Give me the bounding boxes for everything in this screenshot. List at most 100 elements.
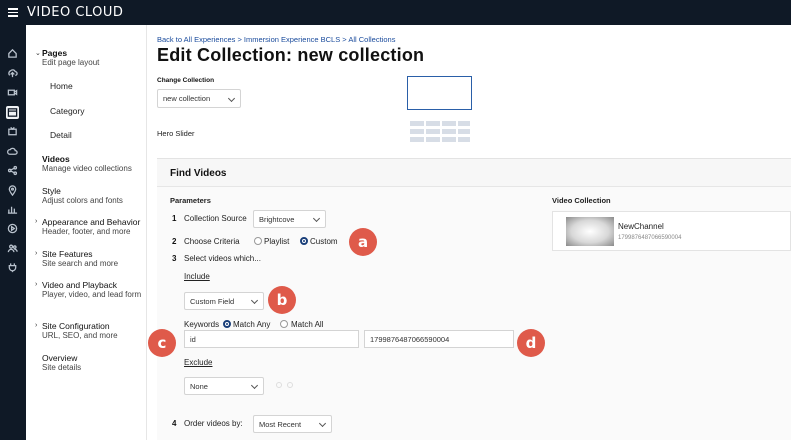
collection-thumbnail: [566, 217, 614, 246]
chevron-down-icon: [312, 214, 321, 223]
custom-radio-label[interactable]: Custom: [310, 237, 338, 246]
include-field-select[interactable]: Custom Field: [184, 292, 264, 310]
chevron-down-icon[interactable]: ⌄: [35, 49, 41, 57]
field-value-text: 1799876487066590004: [370, 334, 450, 344]
home-icon[interactable]: [6, 47, 19, 60]
step-number: 4: [172, 419, 177, 428]
breadcrumb[interactable]: Back to All Experiences > Immersion Expe…: [157, 35, 395, 44]
sidebar-item-videos[interactable]: Videos Manage video collections: [42, 154, 163, 174]
sidebar-item-title: Site Features: [42, 249, 93, 259]
match-all-label[interactable]: Match All: [291, 320, 323, 329]
cloud-icon[interactable]: [6, 145, 19, 158]
order-videos-label: Order videos by:: [184, 419, 243, 428]
chevron-down-icon: [227, 94, 236, 102]
play-icon[interactable]: [6, 222, 19, 235]
sidebar-item-overview[interactable]: Overview Site details: [42, 353, 163, 373]
chevron-down-icon: [250, 381, 259, 390]
step-number: 2: [172, 237, 177, 246]
collection-item-name: NewChannel: [618, 222, 664, 231]
chevron-right-icon[interactable]: ›: [35, 218, 37, 225]
sidebar-item-title: Site Configuration: [42, 321, 110, 331]
field-name-value: id: [190, 334, 196, 344]
field-name-input[interactable]: id: [184, 330, 359, 348]
change-collection-select[interactable]: new collection: [157, 89, 241, 108]
secondary-sidebar: ⌄ Pages Edit page layout Home Category D…: [26, 25, 147, 440]
playlist-radio-label[interactable]: Playlist: [264, 237, 289, 246]
custom-radio[interactable]: [300, 237, 308, 245]
sidebar-item-title: Overview: [42, 353, 78, 363]
include-field-value: Custom Field: [190, 296, 235, 306]
top-bar: VIDEO CLOUD: [0, 0, 791, 25]
hamburger-menu-icon[interactable]: [0, 0, 26, 25]
collection-source-select[interactable]: Brightcove: [253, 210, 326, 228]
users-icon[interactable]: [6, 242, 19, 255]
sidebar-item-subtitle: Player, video, and lead form: [42, 290, 142, 299]
chevron-right-icon[interactable]: ›: [35, 250, 37, 257]
video-icon[interactable]: [6, 86, 19, 99]
exclude-field-value: None: [190, 381, 208, 391]
select-videos-label: Select videos which...: [184, 254, 261, 263]
hero-slider-label: Hero Slider: [157, 129, 195, 138]
sidebar-page-home[interactable]: Home: [50, 81, 73, 91]
exclude-link[interactable]: Exclude: [184, 358, 212, 367]
sidebar-item-pages[interactable]: Pages Edit page layout: [42, 48, 163, 68]
step-number: 1: [172, 214, 177, 223]
chevron-right-icon[interactable]: ›: [35, 322, 37, 329]
playlist-radio[interactable]: [254, 237, 262, 245]
share-icon[interactable]: [6, 164, 19, 177]
match-any-radio[interactable]: [223, 320, 231, 328]
parameters-label: Parameters: [170, 196, 211, 205]
sidebar-item-subtitle: Edit page layout: [42, 58, 100, 67]
collection-source-value: Brightcove: [259, 214, 295, 224]
annotation-marker-b: b: [268, 286, 296, 314]
chevron-down-icon: [250, 296, 259, 305]
collection-item-id: 1799876487066590004: [618, 235, 682, 241]
sidebar-item-title: Appearance and Behavior: [42, 217, 141, 227]
disabled-radio: [287, 382, 293, 388]
sidebar-page-category[interactable]: Category: [50, 106, 85, 116]
collection-item[interactable]: NewChannel 1799876487066590004: [552, 211, 791, 251]
annotation-marker-c: c: [148, 329, 176, 357]
chevron-right-icon[interactable]: ›: [35, 281, 37, 288]
keywords-label: Keywords: [184, 320, 220, 329]
experiences-icon[interactable]: [6, 106, 19, 119]
include-link[interactable]: Include: [184, 272, 210, 281]
sidebar-item-video-playback[interactable]: Video and Playback Player, video, and le…: [42, 280, 142, 300]
page-title: Edit Collection: new collection: [157, 45, 425, 65]
plugin-icon[interactable]: [6, 261, 19, 274]
match-any-label[interactable]: Match Any: [233, 320, 270, 329]
collection-source-label: Collection Source: [184, 214, 247, 223]
sidebar-item-style[interactable]: Style Adjust colors and fonts: [42, 186, 163, 206]
app-brand[interactable]: VIDEO CLOUD: [27, 5, 123, 20]
sidebar-item-title: Pages: [42, 48, 68, 58]
analytics-icon[interactable]: [6, 203, 19, 216]
location-icon[interactable]: [6, 184, 19, 197]
order-videos-select[interactable]: Most Recent: [253, 415, 332, 433]
sidebar-page-detail[interactable]: Detail: [50, 130, 72, 140]
sidebar-item-title: Video and Playback: [42, 280, 117, 290]
annotation-marker-a: a: [349, 228, 377, 256]
match-all-radio[interactable]: [280, 320, 288, 328]
sidebar-item-appearance[interactable]: Appearance and Behavior Header, footer, …: [42, 217, 163, 237]
sidebar-item-title: Style: [42, 186, 61, 196]
step-number: 3: [172, 254, 177, 263]
sidebar-item-subtitle: Adjust colors and fonts: [42, 196, 123, 205]
change-collection-label: Change Collection: [157, 77, 215, 84]
order-videos-value: Most Recent: [259, 419, 302, 429]
sidebar-item-site-config[interactable]: Site Configuration URL, SEO, and more: [42, 321, 163, 341]
find-videos-title: Find Videos: [170, 168, 227, 179]
icon-rail: [0, 25, 26, 440]
sidebar-item-subtitle: Site details: [42, 363, 82, 372]
sidebar-item-site-features[interactable]: Site Features Site search and more: [42, 249, 163, 269]
annotation-marker-d: d: [517, 329, 545, 357]
exclude-field-select[interactable]: None: [184, 377, 264, 395]
live-icon[interactable]: [6, 125, 19, 138]
layout-preview-thumbnail[interactable]: [407, 76, 472, 110]
sidebar-item-subtitle: Manage video collections: [42, 164, 132, 173]
change-collection-value: new collection: [163, 94, 211, 103]
choose-criteria-label: Choose Criteria: [184, 237, 240, 246]
hero-slider-thumbnail[interactable]: [407, 115, 472, 151]
sidebar-item-subtitle: URL, SEO, and more: [42, 331, 118, 340]
upload-icon[interactable]: [6, 67, 19, 80]
field-value-input[interactable]: 1799876487066590004: [364, 330, 514, 348]
